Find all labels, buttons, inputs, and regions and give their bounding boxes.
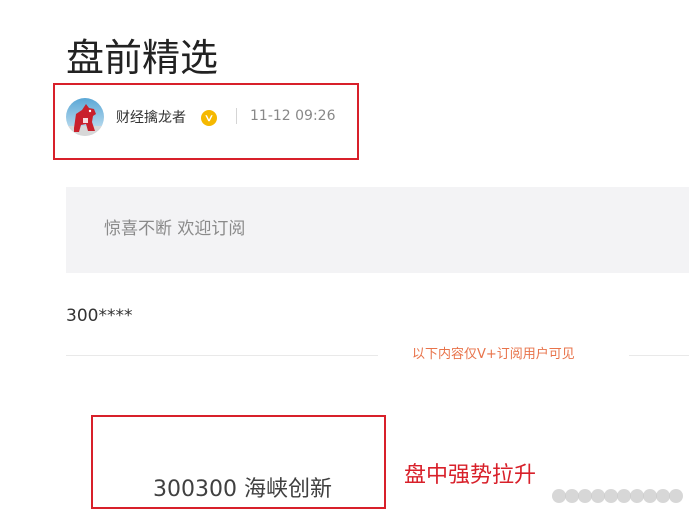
annotation-text: 盘中强势拉升	[404, 463, 537, 488]
verified-v-icon	[201, 110, 217, 126]
watermark-dot	[630, 489, 644, 503]
masked-stock-code: 300****	[66, 306, 133, 326]
watermark-dot	[578, 489, 592, 503]
article-title: 盘前精选	[66, 36, 219, 80]
paywall-notice: 以下内容仅V+订阅用户可见	[412, 347, 575, 362]
subscribe-panel[interactable]: 惊喜不断 欢迎订阅	[66, 187, 689, 273]
watermark-dot	[591, 489, 605, 503]
paywall-divider-right	[629, 355, 689, 356]
watermark-dot	[617, 489, 631, 503]
post-time: 11-12 09:26	[250, 108, 336, 124]
blurred-watermark	[552, 485, 683, 507]
paywall-divider-left	[66, 355, 378, 356]
author-avatar[interactable]	[66, 98, 104, 136]
watermark-dot	[565, 489, 579, 503]
subscribe-panel-text: 惊喜不断 欢迎订阅	[104, 219, 246, 239]
watermark-dot	[669, 489, 683, 503]
watermark-dot	[552, 489, 566, 503]
stock-name: 300300 海峡创新	[153, 477, 332, 502]
watermark-dot	[643, 489, 657, 503]
watermark-dot	[604, 489, 618, 503]
meta-divider	[236, 108, 237, 124]
author-name[interactable]: 财经擒龙者	[116, 108, 186, 128]
red-horse-avatar-icon	[66, 98, 104, 136]
watermark-dot	[656, 489, 670, 503]
